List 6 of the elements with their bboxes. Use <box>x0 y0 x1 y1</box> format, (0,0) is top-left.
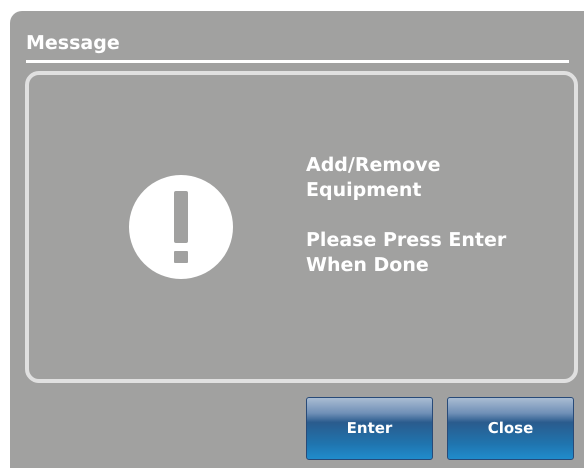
message-text: Please Press Enter When Done <box>306 228 508 278</box>
dialog-title: Message <box>25 31 121 56</box>
exclamation-icon <box>129 175 233 279</box>
message-text: Add/Remove Equipment <box>306 152 442 202</box>
dialog-button[interactable]: Close <box>447 397 574 460</box>
dialog-button[interactable]: Enter <box>306 397 433 460</box>
